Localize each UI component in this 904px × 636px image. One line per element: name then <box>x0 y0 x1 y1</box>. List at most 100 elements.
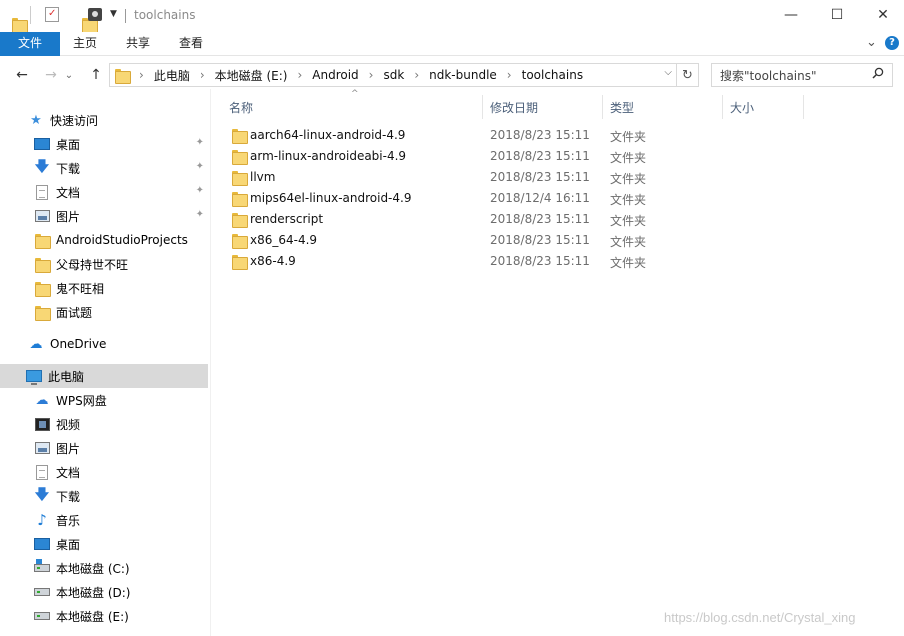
breadcrumb-item[interactable]: toolchains <box>522 68 583 82</box>
camera-icon[interactable] <box>88 8 102 21</box>
file-row[interactable]: x86-4.9 2018/8/23 15:11 文件夹 <box>212 251 904 272</box>
customize-toolbar-icon[interactable]: ▼ <box>110 9 117 19</box>
file-row[interactable]: x86_64-4.9 2018/8/23 15:11 文件夹 <box>212 230 904 251</box>
sidebar-item[interactable]: 🡇 下载 <box>0 484 208 508</box>
drive-icon <box>34 584 50 600</box>
breadcrumb-item[interactable]: ndk-bundle <box>429 68 497 82</box>
sidebar-item-quick-access[interactable]: ★ 快速访问 <box>0 108 208 132</box>
breadcrumb-item[interactable]: sdk <box>383 68 404 82</box>
tab-home[interactable]: 主页 <box>62 32 108 56</box>
sidebar-item[interactable]: 文档 <box>0 460 208 484</box>
column-header-type[interactable]: 类型 <box>610 95 634 119</box>
back-button[interactable]: ← <box>11 65 33 85</box>
forward-button[interactable]: → <box>40 65 62 85</box>
sidebar-item[interactable]: 本地磁盘 (D:) <box>0 580 208 604</box>
sidebar-item[interactable]: 文档 ✦ <box>0 180 208 204</box>
sidebar-item[interactable]: 桌面 <box>0 532 208 556</box>
file-type: 文件夹 <box>610 172 647 186</box>
properties-icon[interactable]: ✓ <box>45 7 59 22</box>
ribbon-tabs: 文件 主页 共享 查看 ⌄ ? <box>0 32 904 56</box>
help-icon[interactable]: ? <box>885 36 899 50</box>
file-row[interactable]: renderscript 2018/8/23 15:11 文件夹 <box>212 209 904 230</box>
folder-icon <box>232 234 248 249</box>
folder-icon <box>34 304 51 321</box>
column-header-date[interactable]: 修改日期 <box>490 95 538 119</box>
music-icon: ♪ <box>37 511 47 529</box>
file-date: 2018/8/23 15:11 <box>490 128 590 142</box>
breadcrumb-separator-icon[interactable]: › <box>297 68 302 82</box>
sidebar-item[interactable]: ☁ WPS网盘 <box>0 388 208 412</box>
breadcrumb-separator-icon[interactable]: › <box>200 68 205 82</box>
breadcrumb-item[interactable]: Android <box>312 68 358 82</box>
close-button[interactable]: ✕ <box>860 0 904 30</box>
refresh-button[interactable]: ↻ <box>676 64 698 86</box>
up-button[interactable]: ↑ <box>85 65 107 85</box>
column-divider[interactable] <box>722 95 723 119</box>
file-list: ^ 名称 修改日期 类型 大小 aarch64-linux-android-4.… <box>212 89 904 636</box>
file-date: 2018/8/23 15:11 <box>490 233 590 247</box>
folder-icon[interactable] <box>12 17 28 33</box>
file-row[interactable]: llvm 2018/8/23 15:11 文件夹 <box>212 167 904 188</box>
breadcrumb-item[interactable]: 本地磁盘 (E:) <box>215 67 288 84</box>
address-bar[interactable]: › 此电脑 › 本地磁盘 (E:) › Android › sdk › ndk-bundle › to… <box>109 63 699 87</box>
sidebar-item[interactable]: 本地磁盘 (C:) <box>0 556 208 580</box>
column-divider[interactable] <box>602 95 603 119</box>
search-box[interactable]: 搜索"toolchains" <box>711 63 893 87</box>
minimize-button[interactable]: — <box>768 0 814 30</box>
sidebar-item[interactable]: 鬼不旺相 <box>0 276 208 300</box>
sidebar-item[interactable]: 面试题 <box>0 300 208 324</box>
sidebar-item-label: 视频 <box>56 417 81 432</box>
breadcrumb-item[interactable]: 此电脑 <box>154 67 190 84</box>
sidebar-item[interactable]: 🡇 下载 ✦ <box>0 156 208 180</box>
sidebar-item[interactable]: 图片 <box>0 436 208 460</box>
sidebar-item-label: 桌面 <box>56 537 81 552</box>
folder-icon <box>34 256 51 273</box>
search-input[interactable]: 搜索"toolchains" <box>720 67 817 84</box>
pin-icon[interactable]: ✦ <box>196 185 204 196</box>
file-type: 文件夹 <box>610 256 647 270</box>
title-bar: ✓ ▼ toolchains — ☐ ✕ <box>0 0 904 33</box>
sidebar-item[interactable]: ♪ 音乐 <box>0 508 208 532</box>
pin-icon[interactable]: ✦ <box>196 161 204 172</box>
sidebar-item[interactable]: AndroidStudioProjects <box>0 228 208 252</box>
file-row[interactable]: arm-linux-androideabi-4.9 2018/8/23 15:11… <box>212 146 904 167</box>
file-name: mips64el-linux-android-4.9 <box>250 191 412 205</box>
address-dropdown-icon[interactable]: ⌵ <box>664 67 672 78</box>
file-row[interactable]: aarch64-linux-android-4.9 2018/8/23 15:11… <box>212 125 904 146</box>
search-icon[interactable] <box>872 67 884 79</box>
folder-icon <box>232 171 248 186</box>
sidebar-item-label: 音乐 <box>56 513 81 528</box>
breadcrumb-separator-icon[interactable]: › <box>507 68 512 82</box>
column-divider[interactable] <box>803 95 804 119</box>
sidebar-item[interactable]: 父母持世不旺 <box>0 252 208 276</box>
watermark: https://blog.csdn.net/Crystal_xing <box>664 610 856 625</box>
sidebar-item-onedrive[interactable]: ☁ OneDrive <box>0 332 208 356</box>
breadcrumb-separator-icon[interactable]: › <box>139 68 144 82</box>
column-divider[interactable] <box>482 95 483 119</box>
maximize-button[interactable]: ☐ <box>814 0 860 30</box>
sidebar-item[interactable]: 图片 ✦ <box>0 204 208 228</box>
breadcrumb-separator-icon[interactable]: › <box>369 68 374 82</box>
column-header-size[interactable]: 大小 <box>730 95 754 119</box>
pin-icon[interactable]: ✦ <box>196 137 204 148</box>
sidebar-item-label: OneDrive <box>50 337 107 351</box>
tab-share[interactable]: 共享 <box>115 32 161 56</box>
sidebar-item-label: 下载 <box>56 161 81 176</box>
breadcrumb: › 此电脑 › 本地磁盘 (E:) › Android › sdk › ndk-bundle › to… <box>139 67 583 84</box>
file-name: llvm <box>250 170 276 184</box>
tab-view[interactable]: 查看 <box>168 32 214 56</box>
sidebar-item[interactable]: 视频 <box>0 412 208 436</box>
tab-file[interactable]: 文件 <box>0 32 60 56</box>
sidebar-item-this-pc[interactable]: 此电脑 <box>0 364 208 388</box>
column-header-name[interactable]: 名称 <box>229 95 253 119</box>
sidebar-item-label: 桌面 <box>56 137 81 152</box>
pin-icon[interactable]: ✦ <box>196 209 204 220</box>
ribbon-expand-icon[interactable]: ⌄ <box>866 35 877 50</box>
sidebar-item[interactable]: 桌面 ✦ <box>0 132 208 156</box>
document-icon <box>34 184 50 200</box>
breadcrumb-separator-icon[interactable]: › <box>414 68 419 82</box>
download-icon: 🡇 <box>34 159 50 175</box>
recent-locations-button[interactable]: ⌄ <box>62 65 76 85</box>
sidebar-item[interactable]: 本地磁盘 (E:) <box>0 604 208 628</box>
file-row[interactable]: mips64el-linux-android-4.9 2018/12/4 16:1… <box>212 188 904 209</box>
